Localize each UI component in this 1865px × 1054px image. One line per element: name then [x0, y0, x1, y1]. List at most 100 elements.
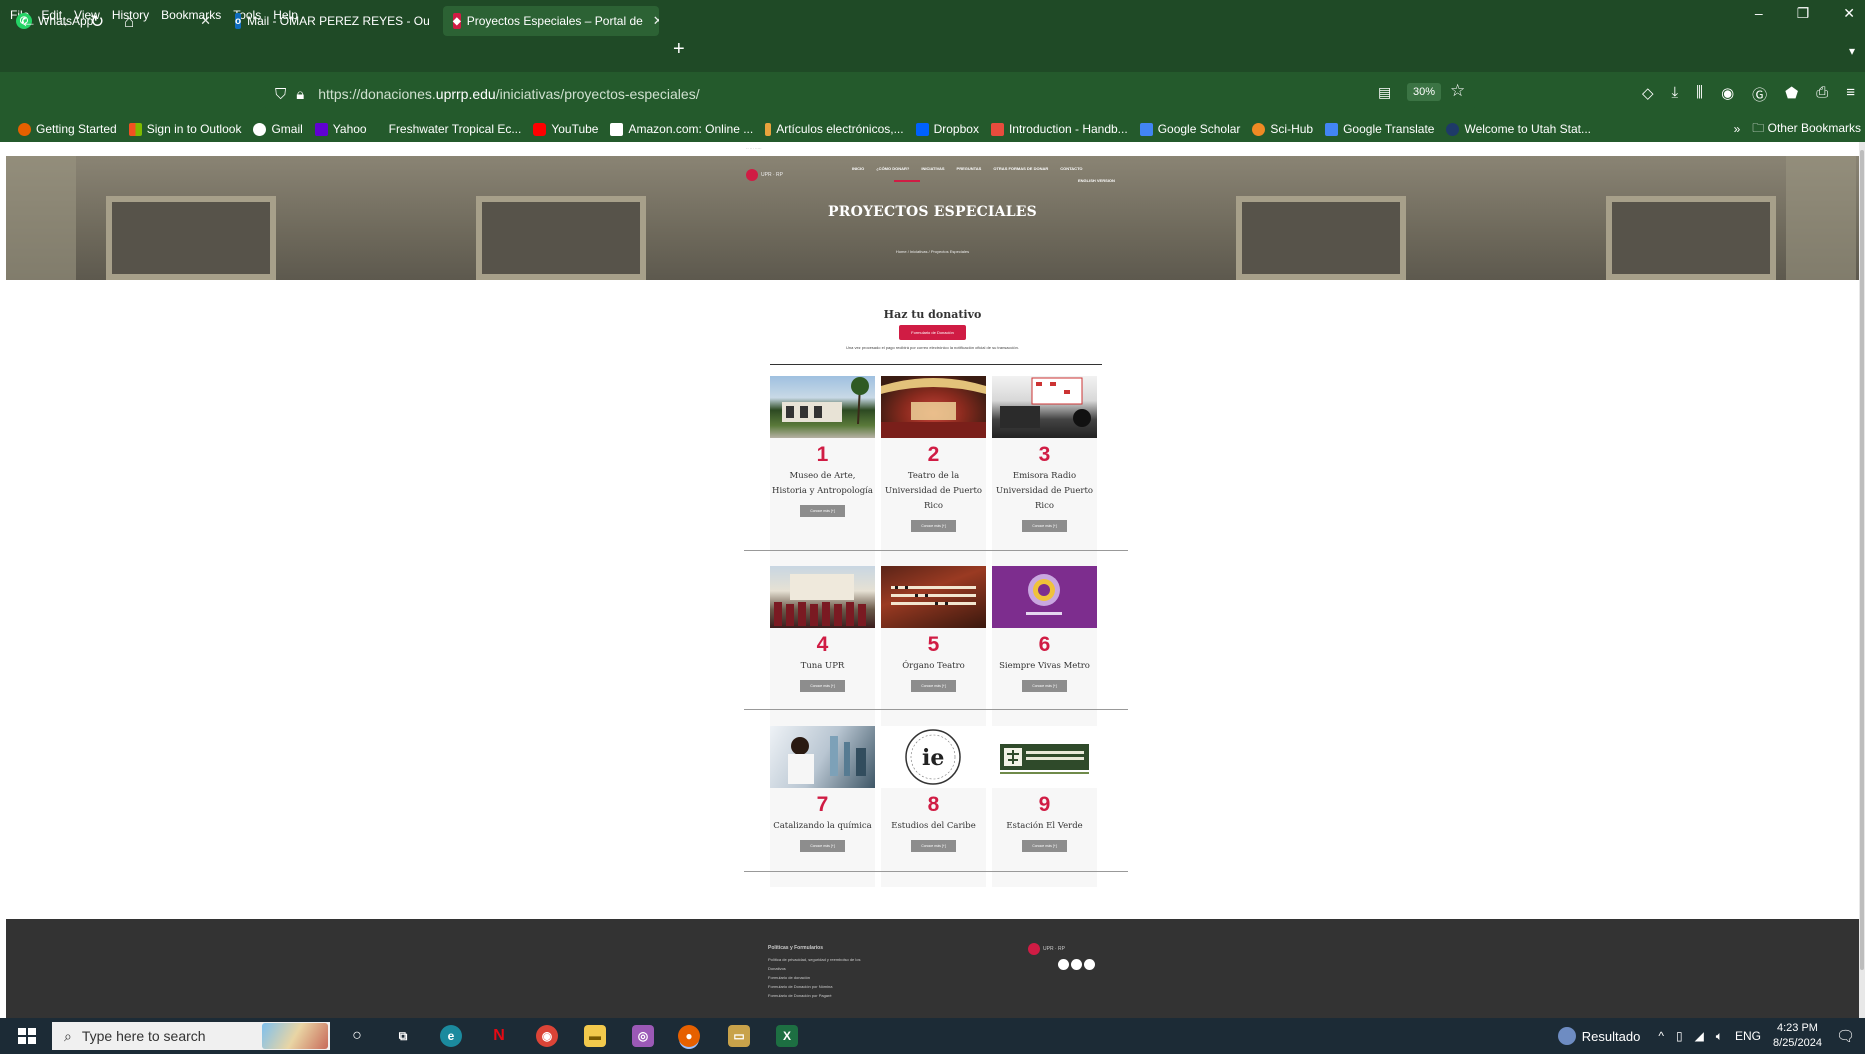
share-icon[interactable]: ⎙	[1816, 84, 1828, 105]
learn-more-button[interactable]: Conoce más [+]	[911, 520, 956, 532]
learn-more-button[interactable]: Conoce más [+]	[911, 680, 956, 692]
nav-otras-formas[interactable]: OTRAS FORMAS DE DONAR	[993, 166, 1048, 171]
footer-link[interactable]: Formulario de Donación por Nómina	[768, 982, 861, 991]
excel-icon[interactable]: X	[776, 1025, 798, 1047]
meet-now-icon[interactable]: ▯	[1676, 1029, 1683, 1044]
netflix-icon[interactable]: N	[488, 1025, 510, 1047]
nav-contacto[interactable]: CONTACTO	[1060, 166, 1082, 171]
nav-inicio[interactable]: INICIO	[852, 166, 864, 171]
nav-iniciativas[interactable]: INICIATIVAS	[921, 166, 944, 171]
bookmark-item[interactable]: Dropbox	[915, 122, 979, 136]
scrollbar-thumb[interactable]	[1860, 150, 1864, 970]
folder-icon: 🗀︎	[1752, 120, 1765, 135]
list-all-tabs-icon[interactable]: ▾	[1849, 44, 1855, 58]
task-view-icon[interactable]: ⧉	[392, 1025, 414, 1047]
bookmark-item[interactable]: Gmail	[253, 122, 303, 136]
bookmark-item[interactable]: Google Translate	[1325, 122, 1434, 136]
google-scholar-icon	[1139, 122, 1153, 136]
bookmark-item[interactable]: YouTube	[533, 122, 598, 136]
page-scrollbar[interactable]	[1859, 142, 1865, 1018]
close-tab-icon[interactable]: ✕	[200, 13, 211, 29]
bookmark-item[interactable]: Sci-Hub	[1252, 122, 1313, 136]
search-placeholder: Type here to search	[81, 1028, 206, 1044]
bookmark-item[interactable]: Welcome to Utah Stat...	[1446, 122, 1591, 136]
home-icon[interactable]: ⌂	[124, 12, 134, 32]
downloads-icon[interactable]: ⤓	[1672, 84, 1679, 105]
footer-link[interactable]: Formulario de donación	[768, 973, 861, 982]
bookmark-item[interactable]: Sign in to Outlook	[128, 122, 241, 136]
bookmark-item[interactable]: Amazon.com: Online ...	[610, 122, 753, 136]
zoom-level-badge[interactable]: 30%	[1407, 83, 1442, 101]
learn-more-button[interactable]: Conoce más [+]	[1022, 520, 1067, 532]
site-logo[interactable]: UPR · RP	[746, 168, 816, 182]
donation-form-button[interactable]: Formulario de Donación	[899, 325, 966, 340]
url-bar[interactable]: ⛉ 🔒︎ https://donaciones.uprrp.edu/inicia…	[265, 78, 1475, 110]
bookmark-item[interactable]: Getting Started	[18, 122, 117, 136]
grammarly-icon[interactable]: Ⓖ	[1752, 84, 1767, 105]
instagram-icon[interactable]	[1071, 959, 1082, 970]
language-indicator[interactable]: ENG	[1735, 1029, 1761, 1044]
learn-more-button[interactable]: Conoce más [+]	[1022, 840, 1067, 852]
bookmark-item[interactable]: Yahoo	[314, 122, 367, 136]
project-card-5: 5 Órgano Teatro Conoce más [+]	[881, 566, 986, 729]
chrome-icon[interactable]: ◉	[536, 1025, 558, 1047]
extension-icon[interactable]: ⬟	[1785, 84, 1798, 105]
clock-date: 8/25/2024	[1773, 1037, 1822, 1049]
other-bookmarks[interactable]: 🗀︎ Other Bookmarks	[1752, 119, 1861, 140]
nav-preguntas[interactable]: PREGUNTAS	[957, 166, 982, 171]
footer-link[interactable]: Formulario de Donación por Pagaré	[768, 991, 861, 1000]
app-icon[interactable]: ◎	[632, 1025, 654, 1047]
library-icon[interactable]: ⫼	[1696, 84, 1703, 105]
volume-icon[interactable]: 🔈︎	[1716, 1029, 1723, 1044]
footer-link[interactable]: Donativos	[768, 964, 861, 973]
bookmarks-right: » 🗀︎ Other Bookmarks	[1734, 116, 1861, 142]
row-divider	[744, 550, 1128, 551]
cortana-icon[interactable]: ○	[346, 1025, 368, 1047]
youtube-icon[interactable]	[1084, 959, 1095, 970]
facebook-icon[interactable]	[1058, 959, 1069, 970]
pocket-icon[interactable]: ◇	[1642, 84, 1654, 105]
bookmark-item[interactable]: Freshwater Tropical Ec...	[389, 122, 522, 136]
windows-start-icon[interactable]	[18, 1028, 36, 1044]
close-tab-icon[interactable]: ✕	[653, 13, 659, 29]
file-explorer-icon[interactable]: ▬	[584, 1025, 606, 1047]
learn-more-button[interactable]: Conoce más [+]	[800, 840, 845, 852]
tab-whatsapp[interactable]: ✆ WhatsApp ✕	[6, 6, 221, 36]
bookmark-item[interactable]: Google Scholar	[1139, 122, 1240, 136]
edge-icon[interactable]: e	[440, 1025, 462, 1047]
footer-link[interactable]: Política de privacidad, seguridad y reem…	[768, 955, 861, 964]
nav-como-donar[interactable]: ¿CÓMO DONAR?	[876, 166, 909, 171]
app-menu-icon[interactable]: ≡	[1846, 84, 1855, 105]
more-bookmarks-chevron-icon[interactable]: »	[1734, 122, 1741, 136]
tracking-protection-icon[interactable]: ⛉	[275, 86, 286, 103]
notifications-icon[interactable]: 🗨︎	[1836, 1027, 1855, 1045]
restore-button[interactable]: ❐	[1797, 5, 1810, 22]
back-icon[interactable]: ←	[20, 12, 37, 32]
learn-more-button[interactable]: Conoce más [+]	[800, 680, 845, 692]
taskbar-clock[interactable]: 4:23 PM 8/25/2024	[1773, 1021, 1822, 1051]
tray-app[interactable]: Resultado	[1557, 1027, 1640, 1045]
reader-view-icon[interactable]: ▤	[1378, 84, 1391, 101]
bookmark-item[interactable]: Artículos electrónicos,...	[765, 122, 904, 136]
app-icon[interactable]: ▭	[728, 1025, 750, 1047]
lock-icon[interactable]: 🔒︎	[296, 86, 304, 103]
footer-logo[interactable]: UPR · RP	[1028, 943, 1065, 955]
learn-more-button[interactable]: Conoce más [+]	[911, 840, 956, 852]
bookmark-item[interactable]: Introduction - Handb...	[990, 122, 1128, 136]
new-tab-button[interactable]: +	[673, 38, 685, 61]
minimize-button[interactable]: –	[1755, 5, 1763, 22]
show-hidden-icons-chevron-icon[interactable]: ^	[1658, 1029, 1664, 1044]
account-icon[interactable]: ◉	[1721, 84, 1734, 105]
learn-more-button[interactable]: Conoce más [+]	[800, 505, 845, 517]
network-icon[interactable]: ◢	[1695, 1029, 1704, 1044]
bookmark-star-icon[interactable]: ☆	[1450, 81, 1465, 101]
tab-mail[interactable]: o Mail - OMAR PEREZ REYES - Ou ✕	[225, 6, 435, 36]
reload-icon[interactable]: ↻	[90, 12, 104, 32]
firefox-icon[interactable]: ●	[678, 1025, 700, 1047]
nav-english-version[interactable]: ENGLISH VERSION	[1078, 178, 1115, 183]
youtube-icon	[533, 122, 547, 136]
learn-more-button[interactable]: Conoce más [+]	[1022, 680, 1067, 692]
close-window-button[interactable]: ✕	[1843, 5, 1855, 22]
forward-icon[interactable]: →	[54, 12, 71, 32]
tab-proyectos-especiales[interactable]: ◆ Proyectos Especiales – Portal de ✕	[443, 6, 659, 36]
